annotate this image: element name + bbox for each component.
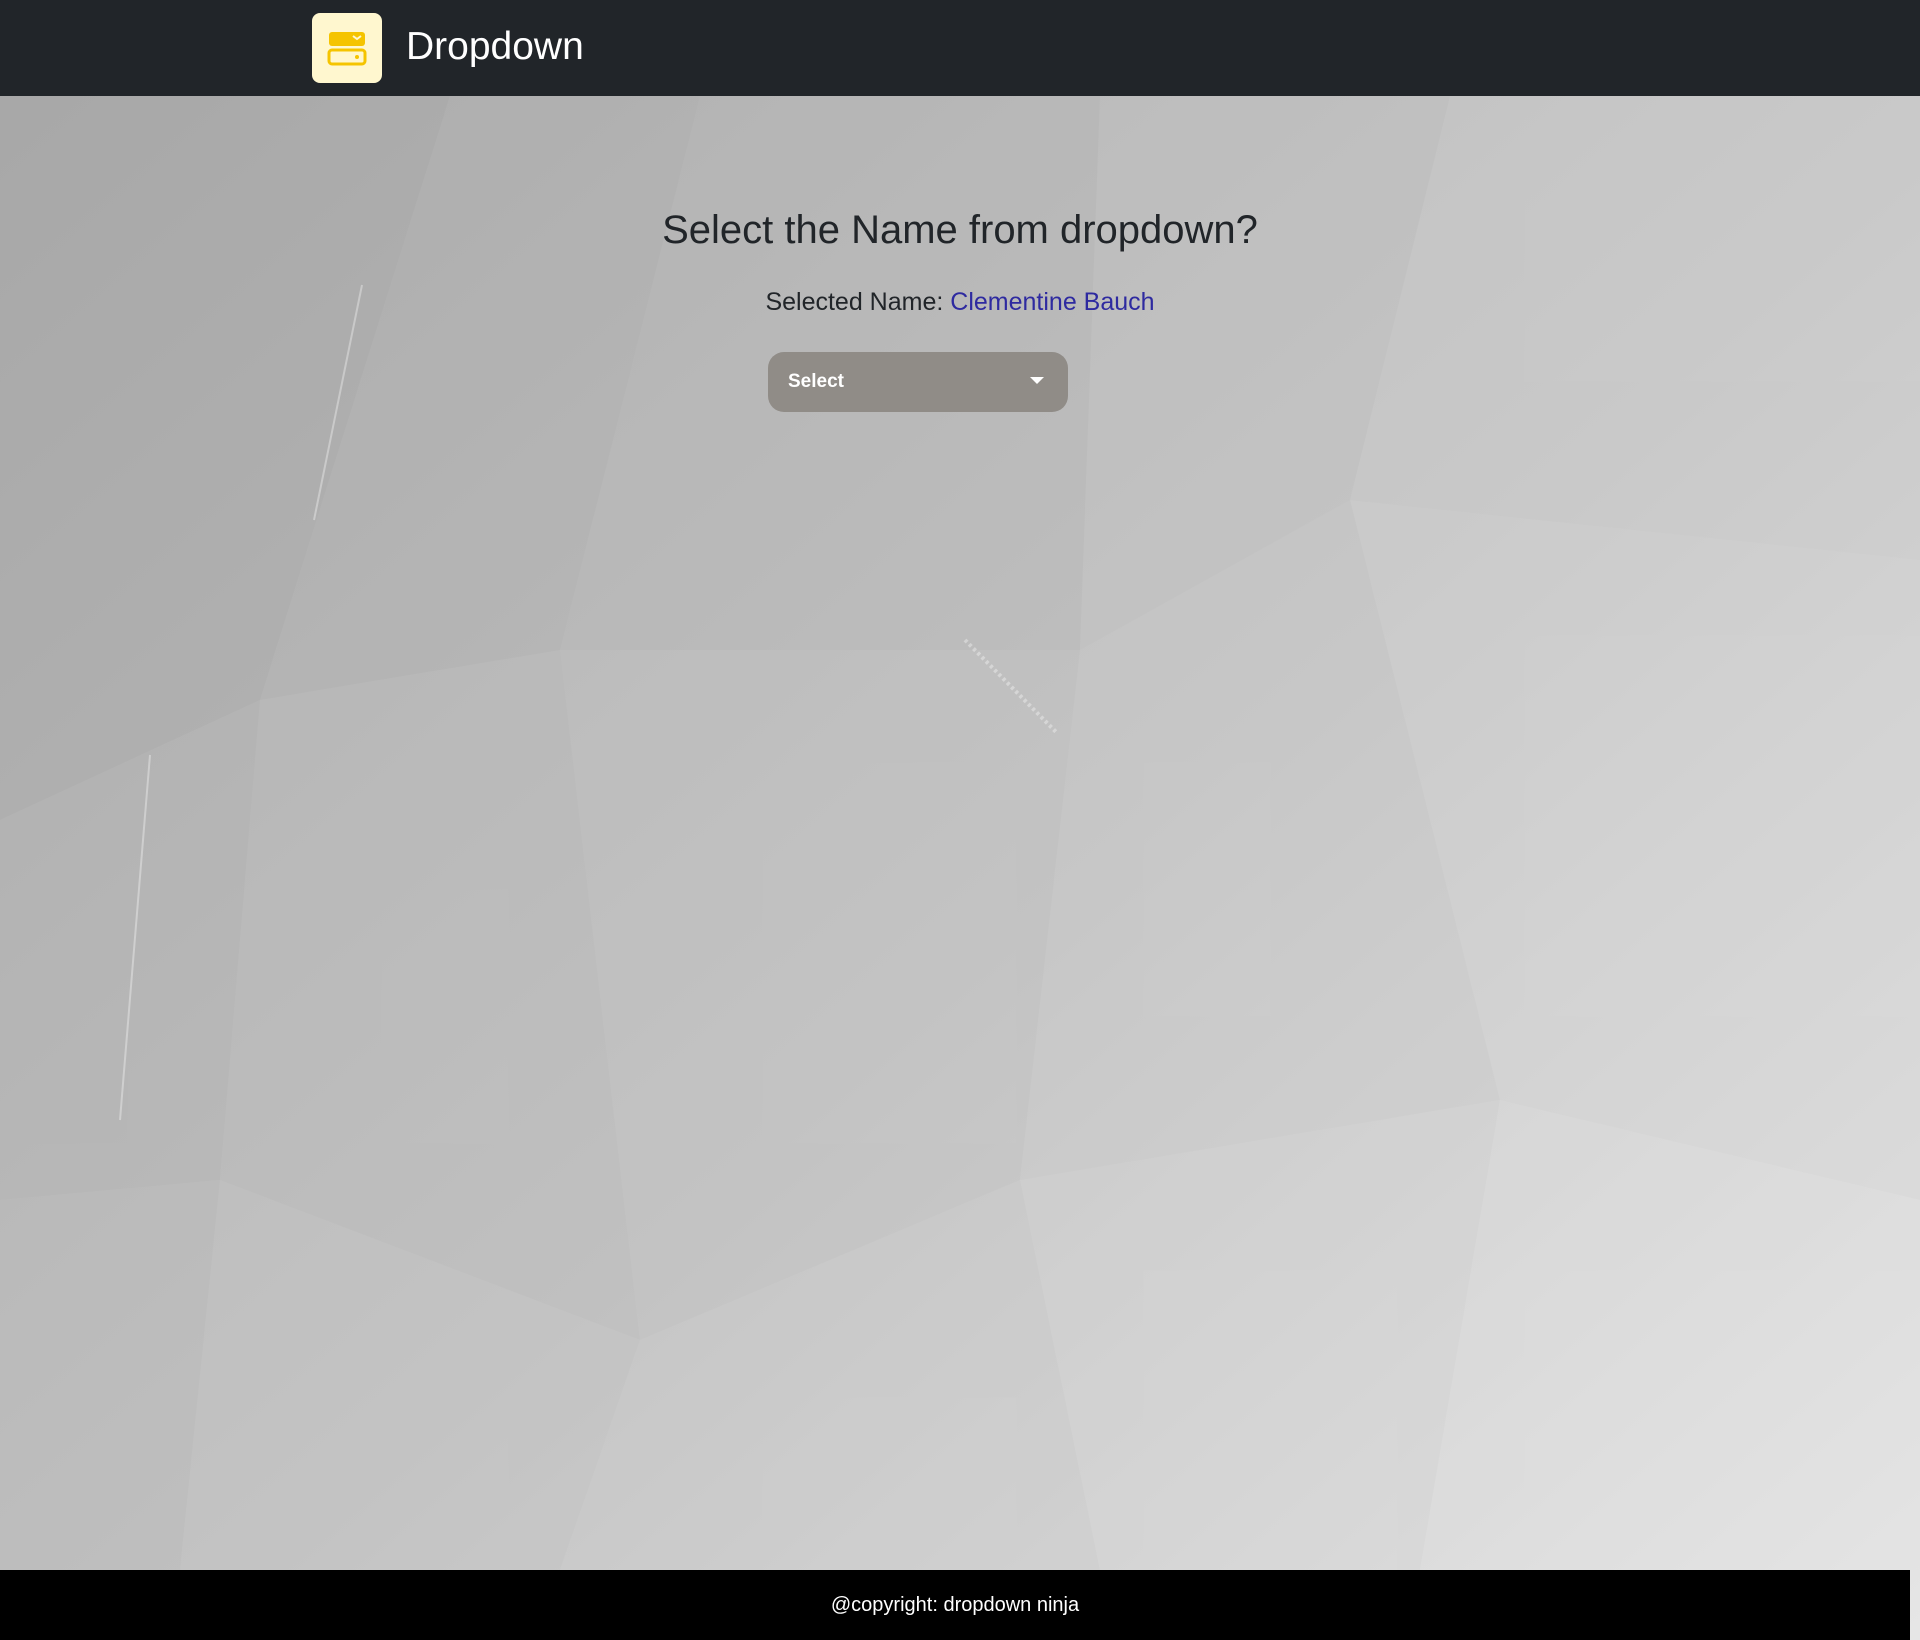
page-heading: Select the Name from dropdown?	[662, 208, 1258, 252]
brand-title[interactable]: Dropdown	[406, 22, 584, 72]
caret-down-icon	[1030, 376, 1044, 384]
footer-copyright: @copyright: dropdown ninja	[830, 1594, 1080, 1616]
selected-name-line: Selected Name: Clementine Bauch	[0, 286, 1920, 318]
brand-logo[interactable]	[312, 13, 382, 83]
name-dropdown-button[interactable]: Select	[768, 352, 1068, 412]
main-content: Select the Name from dropdown? Selected …	[0, 96, 1920, 1570]
dropdown-label: Select	[788, 371, 844, 392]
selected-name-label: Selected Name:	[765, 288, 944, 316]
footer: @copyright: dropdown ninja	[0, 1570, 1910, 1640]
selected-name-value: Clementine Bauch	[950, 288, 1155, 316]
navbar: Dropdown	[0, 0, 1920, 96]
server-box-icon	[327, 32, 367, 66]
